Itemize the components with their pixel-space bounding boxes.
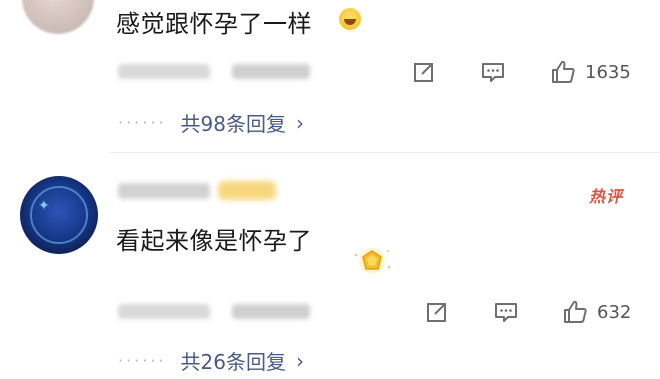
comment-button[interactable] — [492, 298, 520, 326]
view-replies-link[interactable]: ······ 共98条回复 › — [118, 108, 304, 137]
replies-label: 共26条回复 — [180, 350, 286, 374]
share-icon — [414, 63, 433, 82]
gold-badge-icon — [354, 248, 391, 274]
comment-icon — [482, 63, 504, 82]
replies-label: 共98条回复 — [180, 112, 286, 136]
comment-source-blurred — [232, 64, 310, 79]
dots-separator: ······ — [118, 113, 167, 132]
hot-comment-tag: 热评 — [589, 187, 624, 206]
like-button[interactable]: 632 — [561, 298, 631, 326]
like-count: 632 — [597, 301, 632, 323]
user-badge-blurred — [218, 181, 276, 200]
like-button[interactable]: 1635 — [549, 58, 631, 86]
chevron-right-icon: › — [295, 110, 304, 135]
comment-button[interactable] — [479, 58, 507, 86]
comment-text: 感觉跟怀孕了一样 — [116, 10, 312, 38]
like-icon — [564, 300, 587, 323]
like-icon — [552, 60, 575, 83]
username-blurred[interactable] — [118, 183, 210, 199]
divider — [110, 152, 660, 153]
comment-source-blurred — [232, 304, 310, 319]
comment-icon — [495, 303, 517, 322]
chevron-right-icon: › — [295, 348, 304, 373]
avatar[interactable]: ✦ — [20, 176, 98, 254]
avatar[interactable] — [22, 0, 94, 34]
like-count: 1635 — [585, 61, 631, 83]
share-icon — [427, 303, 446, 322]
comment-timestamp-blurred — [118, 64, 210, 79]
view-replies-link[interactable]: ······ 共26条回复 › — [118, 346, 304, 375]
laughing-crying-emoji-icon — [339, 8, 361, 30]
share-button[interactable] — [423, 298, 451, 326]
comment-text: 看起来像是怀孕了 — [116, 227, 312, 255]
comment-timestamp-blurred — [118, 304, 210, 319]
dots-separator: ······ — [118, 351, 167, 370]
share-button[interactable] — [410, 58, 438, 86]
